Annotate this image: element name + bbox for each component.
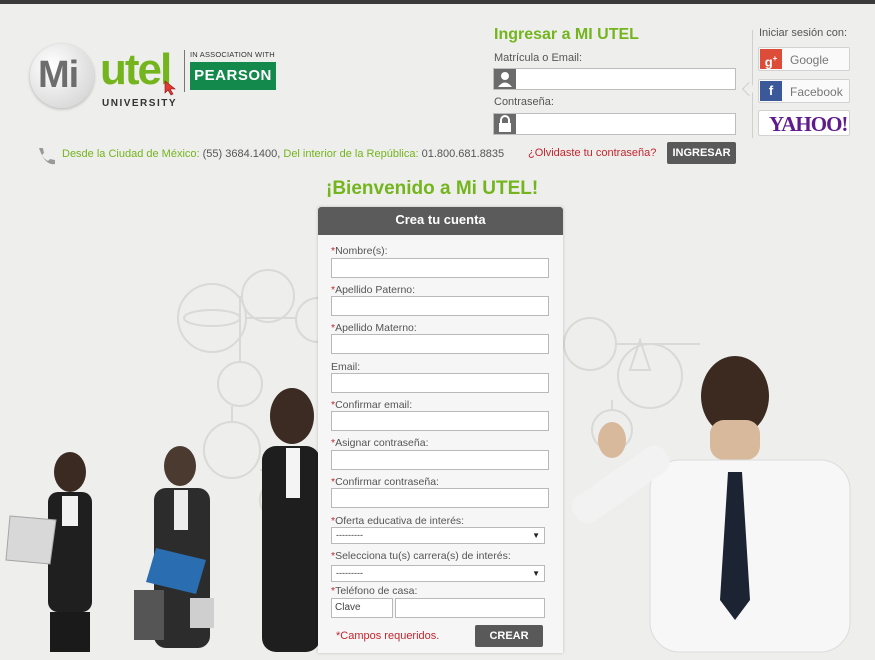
lock-icon — [494, 114, 516, 134]
facebook-icon: f — [760, 81, 782, 101]
email-input[interactable] — [331, 373, 549, 393]
apellido-materno-label: *Apellido Materno: — [331, 322, 417, 334]
google-login-button[interactable]: g+ Google — [758, 47, 850, 71]
social-title: Iniciar sesión con: — [759, 27, 848, 39]
confirmar-contrasena-label: *Confirmar contraseña: — [331, 476, 439, 488]
google-plus-icon: g+ — [760, 49, 782, 69]
phone-area-placeholder: Clave — [335, 602, 361, 613]
oferta-selected-value: --------- — [336, 530, 363, 540]
oferta-select[interactable]: --------- ▼ — [331, 527, 545, 544]
apellido-paterno-label: *Apellido Paterno: — [331, 284, 416, 296]
form-title: Crea tu cuenta — [318, 207, 563, 235]
city-phone: (55) 3684.1400, — [202, 148, 281, 160]
user-icon — [494, 69, 516, 89]
select-caret-icon: ▼ — [532, 569, 540, 578]
asignar-contrasena-label: *Asignar contraseña: — [331, 437, 429, 449]
required-note: *Campos requeridos. — [336, 630, 440, 642]
nombre-label: *Nombre(s): — [331, 245, 388, 257]
country-label: Del interior de la República: — [283, 148, 419, 160]
user-input[interactable] — [518, 70, 732, 88]
confirmar-email-label: *Confirmar email: — [331, 399, 413, 411]
confirmar-email-input[interactable] — [331, 411, 549, 431]
phone-area-input[interactable]: Clave — [331, 598, 393, 618]
confirmar-contrasena-input[interactable] — [331, 488, 549, 508]
oferta-label: *Oferta educativa de interés: — [331, 515, 465, 527]
nombre-input[interactable] — [331, 258, 549, 278]
password-label: Contraseña: — [494, 96, 554, 108]
yahoo-login-button[interactable]: YAHOO! — [758, 110, 850, 136]
password-input[interactable] — [518, 115, 732, 133]
carrera-select[interactable]: --------- ▼ — [331, 565, 545, 582]
login-button[interactable]: INGRESAR — [667, 142, 736, 164]
email-label: Email: — [331, 361, 361, 373]
carrera-label: *Selecciona tu(s) carrera(s) de interés: — [331, 550, 511, 562]
user-field[interactable] — [493, 68, 736, 90]
create-account-button[interactable]: CREAR — [475, 625, 543, 647]
select-caret-icon: ▼ — [532, 531, 540, 540]
forgot-password-link[interactable]: ¿Olvidaste tu contraseña? — [528, 147, 656, 159]
logo-mi-text: Mi — [38, 54, 79, 96]
welcome-heading: ¡Bienvenido a Mi UTEL! — [326, 178, 539, 199]
city-label: Desde la Ciudad de México: — [62, 148, 200, 160]
user-label: Matrícula o Email: — [494, 52, 583, 64]
signup-form: Crea tu cuenta *Nombre(s): *Apellido Pat… — [318, 207, 563, 653]
association-text: IN ASSOCIATION WITH — [190, 50, 275, 59]
google-label: Google — [790, 53, 829, 67]
country-phone: 01.800.681.8835 — [421, 148, 505, 160]
carrera-selected-value: --------- — [336, 568, 363, 578]
phone-number-input[interactable] — [395, 598, 545, 618]
login-title: Ingresar a MI UTEL — [494, 26, 639, 43]
cursor-arrow-icon — [164, 80, 176, 96]
facebook-login-button[interactable]: f Facebook — [758, 79, 850, 103]
logo-university-text: UNIVERSITY — [102, 98, 178, 109]
apellido-materno-input[interactable] — [331, 334, 549, 354]
telefono-label: *Teléfono de casa: — [331, 585, 418, 597]
password-field[interactable] — [493, 113, 736, 135]
pearson-logo: PEARSON — [190, 62, 276, 90]
yahoo-label: YAHOO! — [769, 112, 848, 136]
logo-divider — [184, 50, 185, 92]
logo-utel-text: utel — [100, 45, 172, 94]
login-social-divider — [752, 30, 753, 138]
asignar-contrasena-input[interactable] — [331, 450, 549, 470]
contact-line: Desde la Ciudad de México: (55) 3684.140… — [62, 148, 504, 160]
facebook-label: Facebook — [790, 85, 843, 99]
phone-icon — [39, 148, 55, 165]
apellido-paterno-input[interactable] — [331, 296, 549, 316]
utel-logo[interactable]: Mi utel UNIVERSITY IN ASSOCIATION WITH P… — [30, 42, 280, 112]
